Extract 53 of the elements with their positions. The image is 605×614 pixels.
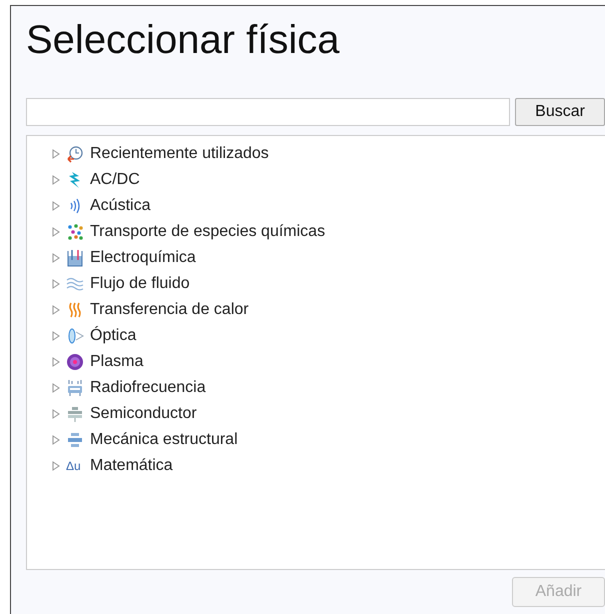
tree-item[interactable]: Transporte de especies químicas <box>52 219 605 245</box>
expander-icon[interactable] <box>52 409 60 419</box>
tree-item[interactable]: AC/DC <box>52 167 605 193</box>
tree-item-label: Semiconductor <box>90 404 197 424</box>
delta-u-icon: Δu <box>66 460 84 472</box>
tree-item[interactable]: Flujo de fluido <box>52 271 605 297</box>
antenna-icon <box>66 379 84 397</box>
tree-item-label: AC/DC <box>90 170 140 190</box>
page-title: Seleccionar física <box>26 17 340 64</box>
tree-item-label: Transporte de especies químicas <box>90 222 326 242</box>
tree-item[interactable]: Mecánica estructural <box>52 427 605 453</box>
expander-icon[interactable] <box>52 149 60 159</box>
search-button[interactable]: Buscar <box>515 98 605 126</box>
beaker-icon <box>66 249 84 267</box>
expander-icon[interactable] <box>52 175 60 185</box>
plasma-icon <box>66 353 84 371</box>
expander-icon[interactable] <box>52 253 60 263</box>
expander-icon[interactable] <box>52 331 60 341</box>
tree-item-label: Acústica <box>90 196 150 216</box>
tree-item[interactable]: Semiconductor <box>52 401 605 427</box>
tree-item-label: Plasma <box>90 352 144 372</box>
expander-icon[interactable] <box>52 279 60 289</box>
expander-icon[interactable] <box>52 227 60 237</box>
tree-item[interactable]: Transferencia de calor <box>52 297 605 323</box>
tree-item[interactable]: Electroquímica <box>52 245 605 271</box>
tree-item-label: Radiofrecuencia <box>90 378 206 398</box>
expander-icon[interactable] <box>52 357 60 367</box>
tree-item[interactable]: Plasma <box>52 349 605 375</box>
chip-icon <box>66 405 84 423</box>
tree-item[interactable]: Acústica <box>52 193 605 219</box>
tree-item-label: Electroquímica <box>90 248 196 268</box>
clock-icon <box>66 145 84 163</box>
tree-item[interactable]: Radiofrecuencia <box>52 375 605 401</box>
tree-item[interactable]: Óptica <box>52 323 605 349</box>
tree-item[interactable]: Recientemente utilizados <box>52 141 605 167</box>
tree-item-label: Óptica <box>90 325 136 346</box>
expander-icon[interactable] <box>52 201 60 211</box>
tree-item-label: Flujo de fluido <box>90 274 190 294</box>
waves-icon <box>66 275 84 293</box>
expander-icon[interactable] <box>52 435 60 445</box>
tree-item-label: Mecánica estructural <box>90 430 238 450</box>
tree-item[interactable]: Δu Matemática <box>52 453 605 479</box>
search-field[interactable] <box>26 98 510 126</box>
dots-icon <box>66 223 84 241</box>
tree-item-label: Recientemente utilizados <box>90 144 269 164</box>
beam-icon <box>66 431 84 449</box>
tree-item-label: Matemática <box>90 456 173 476</box>
lens-icon <box>66 327 84 345</box>
expander-icon[interactable] <box>52 383 60 393</box>
expander-icon[interactable] <box>52 305 60 315</box>
heat-icon <box>66 301 84 319</box>
tree-item-label: Transferencia de calor <box>90 300 249 320</box>
expander-icon[interactable] <box>52 461 60 471</box>
